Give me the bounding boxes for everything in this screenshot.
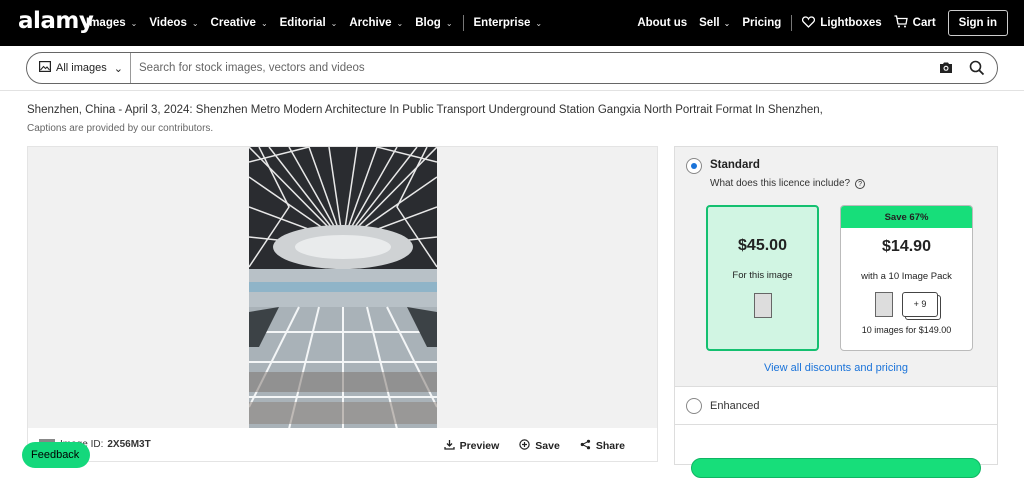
main-nav: Images ⌄ Videos ⌄ Creative ⌄ Editorial ⌄ Arc…: [86, 0, 554, 46]
chevron-down-icon: ⌄: [113, 62, 123, 75]
caption-note: Captions are provided by our contributor…: [27, 123, 214, 134]
nav-divider: [791, 15, 793, 31]
question-icon: ?: [855, 178, 866, 189]
nav-sell[interactable]: Sell ⌄: [699, 17, 730, 29]
chevron-down-icon: ⌄: [396, 18, 404, 28]
enhanced-label: Enhanced: [710, 400, 760, 412]
nav-divider: [462, 15, 464, 31]
nav-enterprise-label: Enterprise: [473, 17, 531, 29]
search-scope-dropdown[interactable]: All images ⌄: [27, 53, 131, 83]
preview-button[interactable]: Preview: [443, 439, 500, 453]
nav-images-label: Images: [86, 17, 126, 29]
nav-blog-label: Blog: [415, 17, 441, 29]
view-all-pricing-link[interactable]: View all discounts and pricing: [675, 362, 997, 374]
nav-right: About us Sell ⌄ Pricing Lightboxes Cart S…: [637, 0, 1024, 46]
licence-question: What does this licence include?: [710, 178, 851, 189]
nav-sell-label: Sell: [699, 17, 720, 29]
nav-archive[interactable]: Archive ⌄: [349, 17, 403, 29]
alamy-logo[interactable]: alamy: [18, 8, 94, 34]
plus-nine-badge: + 9: [902, 292, 938, 317]
top-navigation-bar: alamy Images ⌄ Videos ⌄ Creative ⌄ Editoria…: [0, 0, 1024, 46]
nav-cart-label: Cart: [912, 17, 936, 29]
enhanced-radio[interactable]: [686, 398, 702, 414]
share-icon: [580, 439, 591, 453]
page-title: Shenzhen, China - April 3, 2024: Shenzhe…: [27, 104, 823, 116]
image-icon: [39, 61, 52, 75]
buy-button[interactable]: [691, 458, 981, 478]
save-button[interactable]: Save: [519, 439, 560, 453]
camera-icon[interactable]: [939, 61, 953, 75]
pack-price: $14.90: [882, 238, 931, 255]
nav-videos[interactable]: Videos ⌄: [149, 17, 198, 29]
search-scope-label: All images: [56, 62, 107, 74]
standard-label: Standard: [710, 159, 760, 171]
chevron-down-icon: ⌄: [330, 18, 338, 28]
single-desc: For this image: [732, 270, 793, 281]
search-icon[interactable]: [969, 60, 985, 76]
feedback-button[interactable]: Feedback: [22, 442, 90, 468]
download-icon: [443, 439, 455, 453]
chevron-down-icon: ⌄: [445, 18, 453, 28]
heart-icon: [802, 15, 816, 31]
chevron-down-icon: ⌄: [191, 18, 199, 28]
image-viewer: [27, 146, 658, 429]
share-button[interactable]: Share: [580, 439, 625, 453]
nav-lightboxes-label: Lightboxes: [820, 17, 882, 29]
nav-editorial-label: Editorial: [279, 17, 326, 29]
chevron-down-icon: ⌄: [535, 18, 543, 28]
single-image-option[interactable]: $45.00 For this image: [706, 205, 819, 351]
nav-lightboxes[interactable]: Lightboxes: [802, 15, 882, 31]
preview-label: Preview: [459, 440, 500, 452]
plus-circle-icon: [519, 439, 530, 453]
product-photo[interactable]: [249, 147, 437, 429]
nav-creative-label: Creative: [210, 17, 256, 29]
image-pack-option[interactable]: Save 67% $14.90 with a 10 Image Pack + 9…: [840, 205, 973, 351]
nav-cart[interactable]: Cart: [894, 15, 936, 31]
enhanced-option[interactable]: Enhanced: [674, 387, 998, 425]
save-label: Save: [535, 440, 560, 452]
buy-box: [674, 425, 998, 478]
search-bar: All images ⌄: [26, 52, 998, 84]
nav-about-us[interactable]: About us: [637, 17, 687, 29]
chevron-down-icon: ⌄: [260, 18, 268, 28]
image-id-value: 2X56M3T: [107, 439, 151, 450]
image-footer: Image ID:2X56M3T Preview Save Share: [27, 428, 658, 462]
chevron-down-icon: ⌄: [130, 18, 138, 28]
nav-pricing[interactable]: Pricing: [742, 17, 781, 29]
chevron-down-icon: ⌄: [723, 18, 731, 28]
nav-creative[interactable]: Creative ⌄: [211, 17, 268, 29]
licence-info-link[interactable]: What does this licence include? ?: [710, 178, 866, 189]
nav-editorial[interactable]: Editorial ⌄: [280, 17, 338, 29]
divider: [0, 90, 1024, 91]
image-thumbnail-icon: [754, 293, 772, 318]
search-input[interactable]: [139, 57, 899, 79]
pack-desc: with a 10 Image Pack: [861, 271, 952, 282]
single-price: $45.00: [738, 237, 787, 254]
nav-blog[interactable]: Blog ⌄: [415, 17, 452, 29]
save-badge: Save 67%: [841, 206, 972, 228]
pack-note: 10 images for $149.00: [861, 325, 952, 335]
nav-images[interactable]: Images ⌄: [86, 17, 137, 29]
nav-enterprise[interactable]: Enterprise ⌄: [474, 17, 543, 29]
nav-archive-label: Archive: [349, 17, 392, 29]
licence-panel: Standard What does this licence include?…: [674, 146, 998, 387]
cart-icon: [894, 15, 908, 31]
nav-videos-label: Videos: [149, 17, 187, 29]
share-label: Share: [595, 440, 625, 452]
image-thumbnail-icon: [875, 292, 893, 317]
image-actions: Preview Save Share: [443, 439, 625, 453]
standard-radio[interactable]: [686, 158, 702, 174]
sign-in-button[interactable]: Sign in: [947, 10, 1008, 36]
